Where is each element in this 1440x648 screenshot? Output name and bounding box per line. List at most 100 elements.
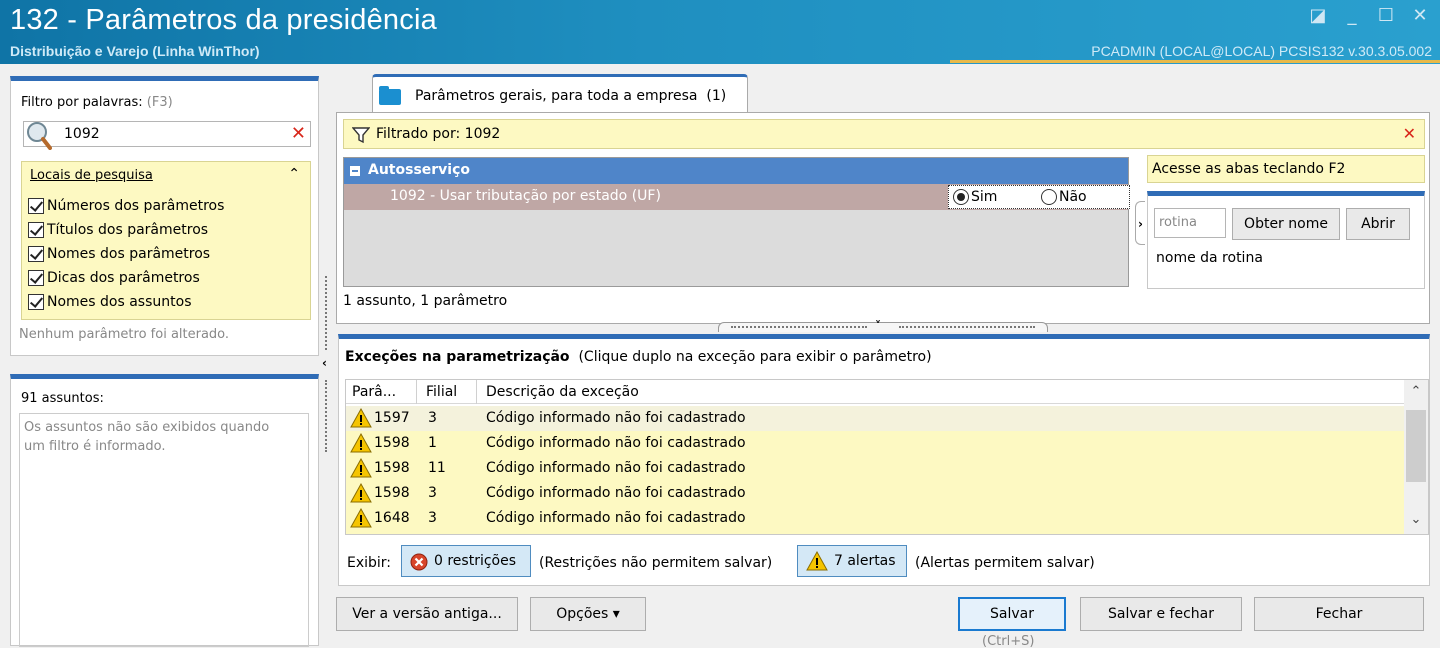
column-divider	[476, 380, 477, 404]
subjects-message-line: um filtro é informado.	[24, 439, 166, 454]
horizontal-splitter[interactable]: ˅	[718, 319, 1048, 333]
minimize-icon[interactable]: _	[1342, 6, 1362, 26]
search-input[interactable]: 1092 ✕	[23, 121, 311, 150]
scroll-down-icon[interactable]: ⌄	[1404, 512, 1428, 527]
checkbox-param-names[interactable]: Nomes dos parâmetros	[28, 244, 210, 264]
magnifier-icon	[27, 122, 52, 150]
checkbox-subject-names[interactable]: Nomes dos assuntos	[28, 292, 192, 312]
subjects-message-line: Os assuntos não são exibidos quando	[24, 420, 270, 435]
cell-param: 1598	[374, 485, 410, 501]
old-version-button[interactable]: Ver a versão antiga...	[336, 597, 518, 631]
restrictions-button[interactable]: 0 restrições	[401, 545, 531, 577]
collapse-group-icon[interactable]	[350, 166, 360, 176]
radio-nao[interactable]: Não	[1041, 189, 1087, 205]
subjects-count: 91 assuntos:	[21, 391, 104, 406]
vertical-splitter[interactable]: ‹	[322, 276, 332, 452]
checkbox-icon	[28, 294, 44, 310]
radio-sim[interactable]: Sim	[953, 189, 997, 205]
radio-label: Sim	[971, 189, 998, 205]
clear-filter-icon[interactable]: ✕	[1403, 124, 1416, 143]
warning-icon	[350, 408, 372, 428]
filter-text: Filtrado por: 1092	[376, 126, 501, 142]
maximize-icon[interactable]: ☐	[1376, 6, 1396, 26]
routine-box: rotina Obter nome Abrir nome da rotina	[1147, 191, 1425, 289]
table-header: Parâ... Filial Descrição da exceção	[346, 380, 1428, 404]
exceptions-table: Parâ... Filial Descrição da exceção 1597…	[345, 379, 1429, 535]
locations-header[interactable]: Locais de pesquisa	[30, 168, 153, 183]
save-button[interactable]: Salvar	[958, 597, 1066, 631]
restore-icon[interactable]: ◪	[1308, 6, 1328, 26]
parameters-grid: Autosserviço 1092 - Usar tributação por …	[343, 157, 1130, 287]
table-row[interactable]: 1648 3 Código informado não foi cadastra…	[346, 506, 1404, 534]
subjects-list[interactable]: Os assuntos não são exibidos quando um f…	[19, 413, 309, 647]
table-row[interactable]: 1597 3 Código informado não foi cadastra…	[346, 406, 1404, 431]
table-scrollbar[interactable]: ⌃ ⌄	[1404, 380, 1428, 534]
cell-filial: 3	[428, 510, 437, 526]
checkbox-icon	[28, 270, 44, 286]
warning-icon	[806, 551, 828, 571]
parameter-options: Sim Não	[948, 185, 1130, 209]
close-icon[interactable]: ✕	[1410, 6, 1430, 26]
group-title: Autosserviço	[368, 162, 471, 178]
user-underline	[950, 60, 1440, 63]
checkbox-label: Dicas dos parâmetros	[47, 270, 200, 286]
warning-icon	[350, 483, 372, 503]
subjects-panel: 91 assuntos: Os assuntos não são exibido…	[10, 374, 319, 647]
change-status: Nenhum parâmetro foi alterado.	[19, 327, 230, 342]
alerts-label: 7 alertas	[834, 553, 896, 569]
search-value: 1092	[64, 126, 100, 142]
checkbox-param-tips[interactable]: Dicas dos parâmetros	[28, 268, 200, 288]
tab-body: Filtrado por: 1092 ✕ Autosserviço 1092 -…	[336, 112, 1430, 324]
options-button[interactable]: Opções ▾	[530, 597, 646, 631]
tab-general-parameters[interactable]: Parâmetros gerais, para toda a empresa (…	[372, 74, 748, 112]
group-header[interactable]: Autosserviço	[344, 158, 1128, 184]
routine-input[interactable]: rotina	[1154, 208, 1226, 238]
column-header-filial[interactable]: Filial	[426, 384, 457, 400]
checkbox-param-numbers[interactable]: Números dos parâmetros	[28, 196, 224, 216]
exceptions-subtitle: (Clique duplo na exceção para exibir o p…	[578, 349, 932, 365]
radio-icon	[953, 189, 969, 205]
restrictions-note: (Restrições não permitem salvar)	[539, 555, 773, 571]
cell-param: 1598	[374, 435, 410, 451]
chevron-left-icon[interactable]: ‹	[322, 356, 327, 370]
save-close-button[interactable]: Salvar e fechar	[1080, 597, 1242, 631]
get-name-button[interactable]: Obter nome	[1232, 208, 1340, 240]
chevron-right-icon[interactable]: ›	[1135, 201, 1145, 245]
cell-description: Código informado não foi cadastrado	[486, 510, 746, 526]
alerts-button[interactable]: 7 alertas	[797, 545, 907, 577]
dropdown-arrow-icon: ▾	[612, 606, 620, 622]
collapse-icon[interactable]: ⌃	[288, 166, 300, 182]
chevron-down-icon[interactable]: ˅	[875, 319, 881, 333]
table-row[interactable]: 1598 3 Código informado não foi cadastra…	[346, 481, 1404, 506]
column-header-description[interactable]: Descrição da exceção	[486, 384, 639, 400]
checkbox-icon	[28, 198, 44, 214]
checkbox-label: Nomes dos assuntos	[47, 294, 192, 310]
tab-label: Parâmetros gerais, para toda a empresa (…	[415, 88, 726, 104]
cell-param: 1598	[374, 460, 410, 476]
open-button[interactable]: Abrir	[1346, 208, 1410, 240]
title-bar: 132 - Parâmetros da presidência Distribu…	[0, 0, 1440, 64]
exceptions-title-text: Exceções na parametrização	[345, 349, 570, 365]
alerts-note: (Alertas permitem salvar)	[915, 555, 1095, 571]
window-subtitle: Distribuição e Varejo (Linha WinThor)	[10, 43, 260, 59]
checkbox-icon	[28, 246, 44, 262]
column-header-param[interactable]: Parâ...	[352, 384, 396, 400]
table-row[interactable]: 1598 1 Código informado não foi cadastra…	[346, 431, 1404, 456]
clear-search-icon[interactable]: ✕	[291, 123, 306, 144]
tab-count: (1)	[706, 88, 727, 104]
close-button[interactable]: Fechar	[1254, 597, 1424, 631]
parameter-row[interactable]: 1092 - Usar tributação por estado (UF) S…	[344, 184, 1130, 210]
table-row[interactable]: 1598 11 Código informado não foi cadastr…	[346, 456, 1404, 481]
access-hint: Acesse as abas teclando F2	[1147, 155, 1425, 183]
exceptions-panel: Exceções na parametrização (Clique duplo…	[338, 334, 1430, 586]
cell-description: Código informado não foi cadastrado	[486, 435, 746, 451]
parameters-area: Parâmetros gerais, para toda a empresa (…	[336, 74, 1430, 324]
cell-description: Código informado não foi cadastrado	[486, 460, 746, 476]
access-hint-text: Acesse as abas teclando F2	[1152, 161, 1346, 177]
show-label: Exibir:	[347, 555, 392, 571]
restrictions-label: 0 restrições	[434, 553, 517, 569]
checkbox-param-titles[interactable]: Títulos dos parâmetros	[28, 220, 208, 240]
scroll-up-icon[interactable]: ⌃	[1404, 384, 1428, 399]
error-icon	[410, 553, 428, 571]
scroll-thumb[interactable]	[1406, 410, 1426, 482]
